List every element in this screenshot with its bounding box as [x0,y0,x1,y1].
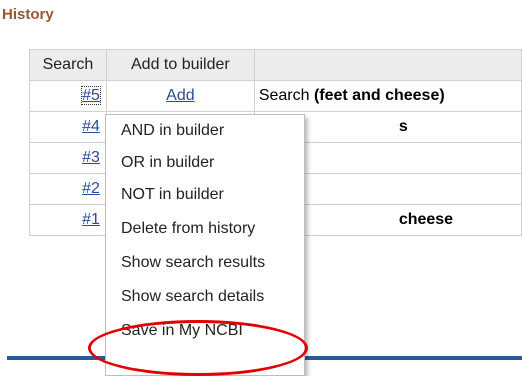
search-number-link[interactable]: #3 [82,149,100,166]
menu-item-delete-from-history[interactable]: Delete from history [121,220,255,238]
query-terms: (feet and cheese) [313,87,445,104]
column-header-query [253,49,522,81]
column-header-add-to-builder[interactable]: Add to builder [105,49,255,81]
menu-item-not-in-builder[interactable]: NOT in builder [121,186,224,204]
menu-item-or-in-builder[interactable]: OR in builder [121,154,214,172]
table-header-row: Search Add to builder [29,49,522,81]
menu-item-and-in-builder[interactable]: AND in builder [121,122,224,140]
search-number-cell: #1 [29,204,107,236]
search-number-link[interactable]: #5 [81,86,101,105]
table-row: #5 Add Search (feet and cheese) [29,80,522,112]
history-title: History [2,6,54,23]
query-terms: cheese [398,211,454,228]
menu-item-show-search-details[interactable]: Show search details [121,288,264,306]
search-number-cell: #5 [29,80,107,112]
search-number-cell: #2 [29,173,107,205]
add-cell: Add [105,80,255,112]
column-header-search[interactable]: Search [29,49,107,81]
search-number-link[interactable]: #4 [82,118,100,135]
highlight-annotation-circle [88,320,308,376]
search-number-link[interactable]: #1 [82,211,100,228]
query-terms: s [398,118,408,135]
query-cell: Search (feet and cheese) [253,80,522,112]
search-number-cell: #3 [29,142,107,174]
query-prefix: Search [258,87,314,104]
menu-item-show-search-results[interactable]: Show search results [121,254,265,272]
search-number-link[interactable]: #2 [82,180,100,197]
add-to-builder-link[interactable]: Add [166,87,194,104]
search-number-cell: #4 [29,111,107,143]
